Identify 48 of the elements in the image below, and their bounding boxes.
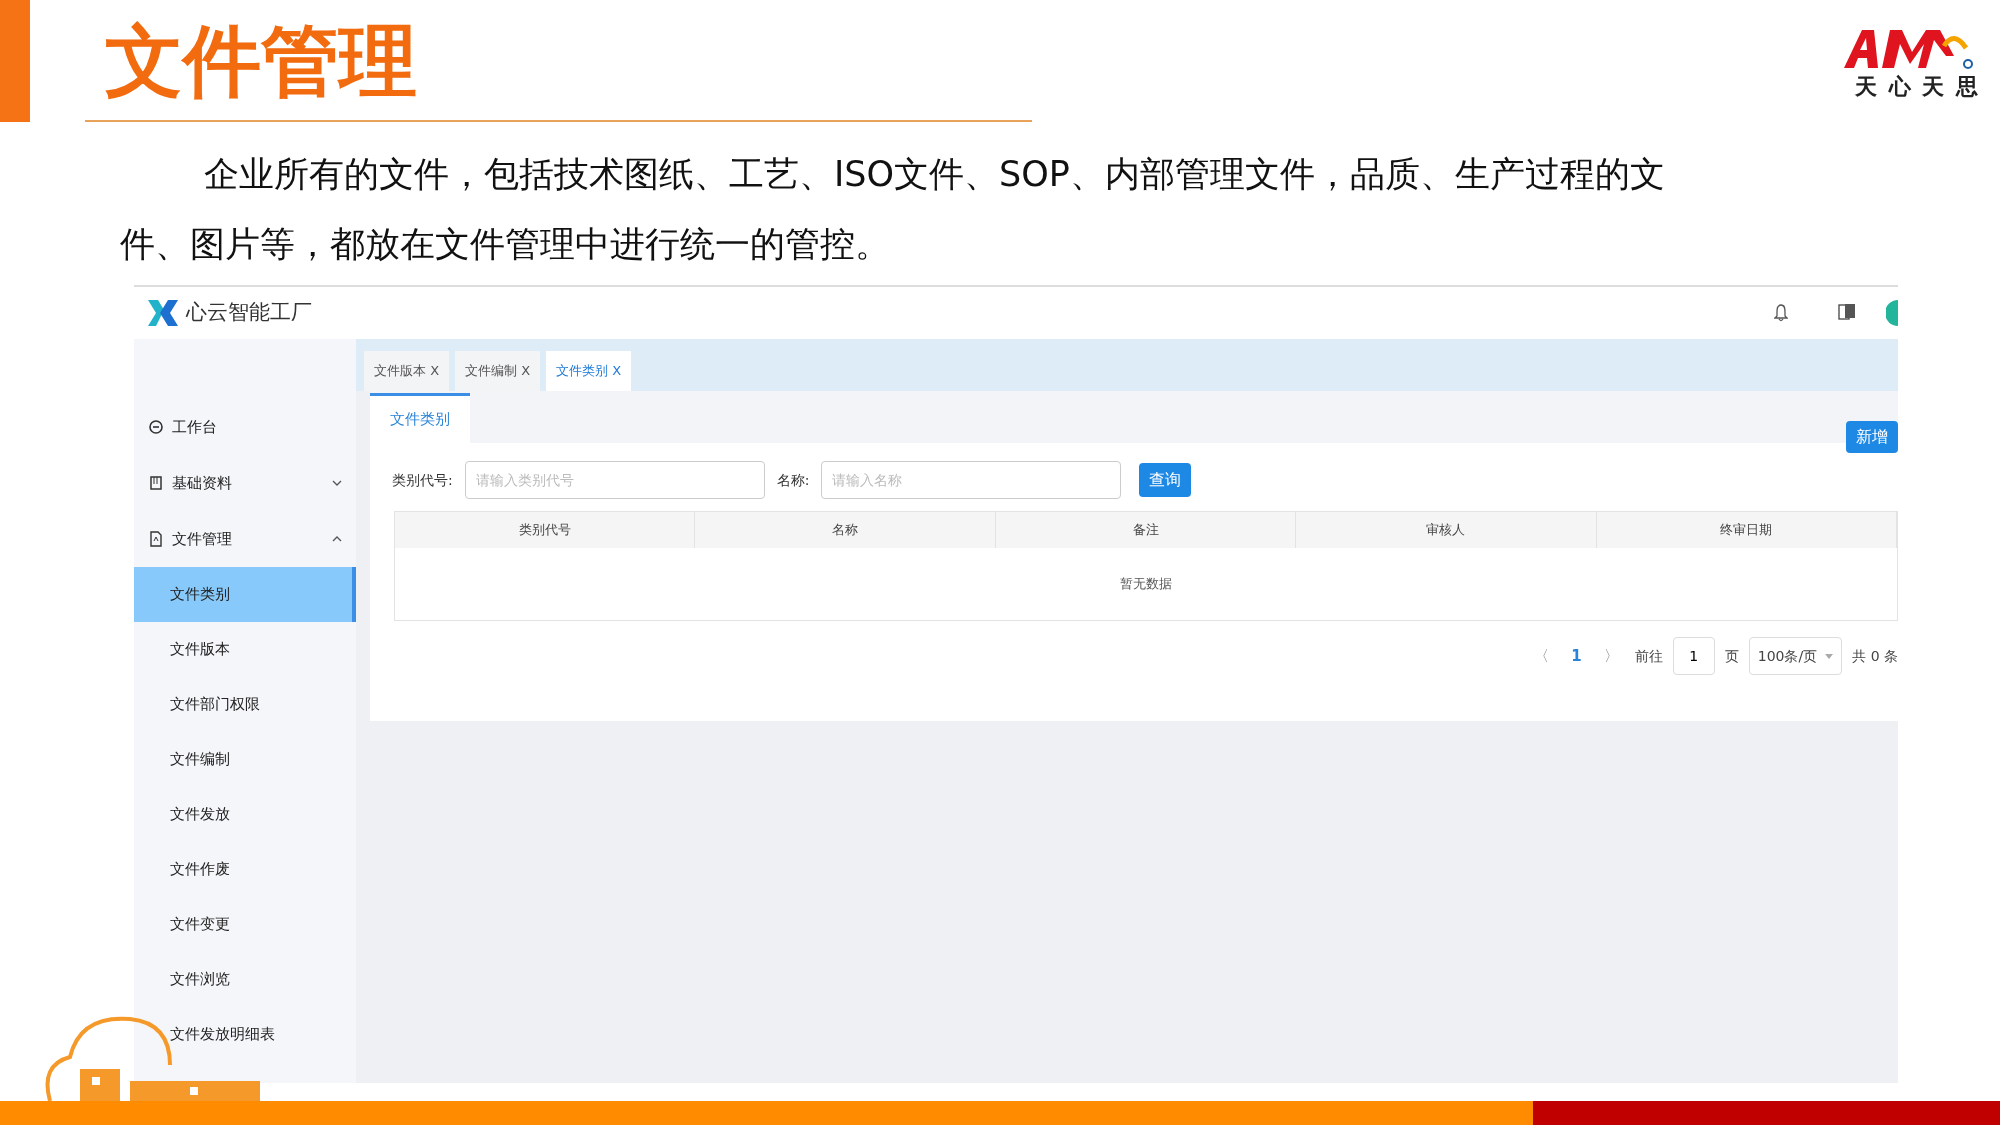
column-header: 备注 [1132,521,1159,540]
book-icon [148,475,164,491]
filter-label: 名称: [776,470,810,490]
caret-icon [332,536,342,542]
column-header: 审核人 [1426,521,1466,540]
section-tab[interactable]: 文件类别 [370,393,470,443]
prev-page-button[interactable]: 〈 [1528,643,1556,669]
page-unit: 页 [1724,646,1739,666]
sidebar-item[interactable]: 工作台 [134,399,356,455]
body-paragraph: 企业所有的文件，包括技术图纸、工艺、ISO文件、SOP、内部管理文件，品质、生产过程的文件、图片等，都放在文件管理中进行统一的管控。 [119,153,1666,266]
page-tab[interactable]: 文件编制 X [455,351,541,391]
column-header: 类别代号 [518,521,571,540]
column-header: 终审日期 [1720,521,1773,540]
column-header: 名称 [832,521,859,540]
input-field[interactable]: 请输入类别代号 [464,461,765,499]
total-count: 共 0 条 [1852,646,1898,666]
filter-label: 类别代号: [392,470,453,490]
avatar-icon[interactable] [1886,300,1898,326]
logo-icon [146,298,180,328]
submenu-item[interactable]: 文件发放明细表 [134,1007,356,1062]
logo-caption: 天 心 天 思 [1855,73,1980,101]
page-input[interactable]: 1 [1672,637,1715,675]
page-tab[interactable]: 文件版本 X [364,351,450,391]
caret-icon [1825,653,1834,659]
file-icon [148,531,164,547]
next-page-button[interactable]: 〉 [1597,643,1625,669]
submenu-item[interactable]: 文件类别 [134,567,356,622]
sidebar-item[interactable]: 基础资料 [134,455,356,511]
submenu-item[interactable]: 文件部门权限 [134,677,356,732]
submenu-item[interactable]: 文件浏览 [134,952,356,1007]
caret-icon [332,480,342,486]
submenu-item[interactable]: 文件版本 [134,622,356,677]
submenu-item[interactable]: 文件发放 [134,787,356,842]
input-field[interactable]: 请输入名称 [821,461,1122,499]
page-tab[interactable]: 文件类别 X [546,351,632,391]
empty-message: 暂无数据 [1120,575,1172,594]
add-button[interactable]: 新增 [1846,421,1898,453]
brand-name: 心云智能工厂 [186,299,312,327]
page-number[interactable]: 1 [1565,643,1588,669]
submenu-item[interactable]: 文件编制 [134,732,356,787]
slide-title: 文件管理 [105,15,417,108]
bell-icon[interactable] [1774,304,1788,322]
page-size-select[interactable]: 100条/页 [1748,637,1843,675]
sidebar-item[interactable]: 文件管理 [134,511,356,567]
search-button[interactable]: 查询 [1139,463,1192,497]
submenu-item[interactable]: 文件变更 [134,897,356,952]
goto-label: 前往 [1634,646,1663,666]
submenu-item[interactable]: 文件作废 [134,842,356,897]
